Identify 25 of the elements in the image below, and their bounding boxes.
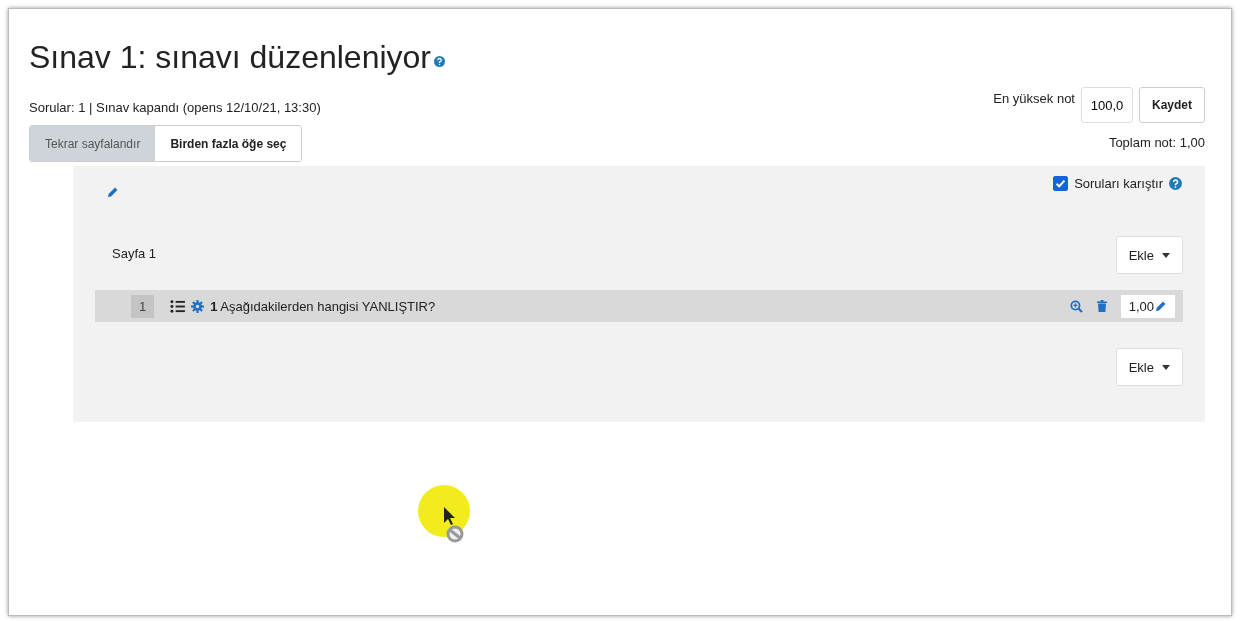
shuffle-label: Soruları karıştır bbox=[1074, 176, 1163, 191]
gear-icon[interactable] bbox=[191, 299, 205, 313]
page-heading: Sayfa 1 bbox=[112, 246, 157, 261]
question-title[interactable]: 1 Aşağıdakilerden hangisi YANLIŞTIR? bbox=[210, 298, 1064, 314]
total-marks: Toplam not: 1,00 bbox=[1108, 135, 1205, 150]
checkmark-icon bbox=[1054, 177, 1068, 190]
max-grade-label: En yüksek not bbox=[993, 91, 1075, 106]
save-button[interactable]: Kaydet bbox=[1139, 87, 1205, 123]
add-dropdown-button[interactable]: Ekle bbox=[1115, 348, 1183, 386]
help-icon[interactable] bbox=[434, 56, 445, 67]
pencil-icon[interactable] bbox=[107, 186, 119, 198]
add-dropdown-button[interactable]: Ekle bbox=[1115, 236, 1183, 274]
mark-field[interactable]: 1,00 bbox=[1120, 294, 1175, 318]
zoom-in-icon[interactable] bbox=[1069, 299, 1083, 313]
trash-icon[interactable] bbox=[1096, 300, 1107, 312]
max-grade-field[interactable]: 100,0 bbox=[1081, 87, 1133, 123]
shuffle-checkbox[interactable] bbox=[1053, 176, 1069, 191]
quiz-info: Sorular: 1 | Sınav kapandı (opens 12/10/21, 13:30) bbox=[29, 99, 321, 115]
page-title: Sınav 1: sınavı düzenleniyor bbox=[29, 38, 431, 77]
pencil-icon bbox=[1155, 300, 1167, 312]
help-icon[interactable] bbox=[1169, 177, 1182, 190]
slot-number: 1 bbox=[131, 294, 155, 318]
caret-icon bbox=[1162, 252, 1170, 258]
list-icon bbox=[170, 299, 186, 313]
caret-icon bbox=[1162, 364, 1170, 370]
